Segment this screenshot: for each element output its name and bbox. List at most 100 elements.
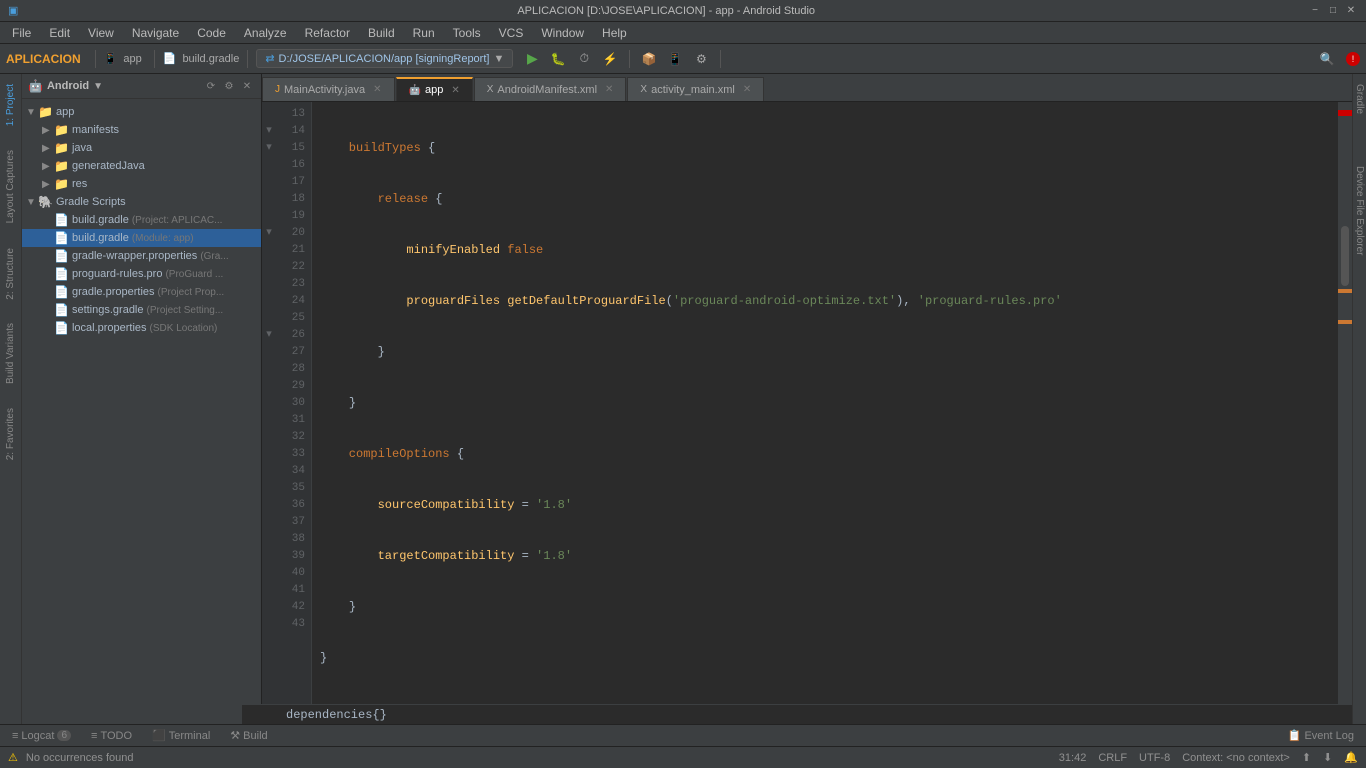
tab-activitymain[interactable]: X activity_main.xml ✕: [627, 77, 764, 101]
sidebar-settings-btn[interactable]: ⚙: [221, 78, 237, 94]
tree-item-local-properties[interactable]: 📄 local.properties (SDK Location): [22, 319, 261, 337]
menubar-item-analyze[interactable]: Analyze: [236, 24, 295, 42]
warning-icon: ⚠: [8, 751, 18, 764]
menubar-item-tools[interactable]: Tools: [445, 24, 489, 42]
tree-item-build-gradle-project[interactable]: 📄 build.gradle (Project: APLICAC...: [22, 211, 261, 229]
sidebar-hide-btn[interactable]: ✕: [239, 78, 255, 94]
toolbar-settings[interactable]: ⚙: [690, 48, 712, 70]
menubar-item-file[interactable]: File: [4, 24, 39, 42]
line-numbers: 13 14 15 16 17 18 19 20 21 22 23 24 25 2…: [276, 102, 312, 724]
vtab-project[interactable]: 1: Project: [2, 78, 19, 132]
toolbar-btn-debug[interactable]: 🐛: [547, 48, 569, 70]
toolbar-btn-profile[interactable]: ⏱: [573, 48, 595, 70]
tree-sublabel-settings: (Project Setting...: [147, 305, 224, 316]
tab-close-mainactivity[interactable]: ✕: [373, 84, 381, 95]
menubar-item-code[interactable]: Code: [189, 24, 234, 42]
fold-25[interactable]: ▾: [264, 327, 274, 344]
notifications-icon[interactable]: 🔔: [1344, 751, 1358, 764]
vtab-captures[interactable]: Layout Captures: [2, 144, 19, 229]
code-line-22: }: [320, 599, 1330, 616]
tab-close-app[interactable]: ✕: [451, 85, 459, 96]
folder-icon-generated: 📁: [54, 159, 69, 173]
tree-item-settings[interactable]: 📄 settings.gradle (Project Setting...: [22, 301, 261, 319]
tab-close-activitymain[interactable]: ✕: [743, 84, 751, 95]
bottom-tab-todo[interactable]: ≡ TODO: [85, 728, 138, 744]
tree-item-proguard[interactable]: 📄 proguard-rules.pro (ProGuard ...: [22, 265, 261, 283]
menubar-item-refactor[interactable]: Refactor: [297, 24, 358, 42]
menubar-item-run[interactable]: Run: [405, 24, 443, 42]
tree-item-generated[interactable]: ▶ 📁 generatedJava: [22, 157, 261, 175]
arrow-gradle-scripts: ▼: [26, 197, 36, 208]
tree-label-manifests: manifests: [72, 124, 119, 136]
tab-icon-app: 🤖: [409, 85, 421, 96]
sidebar-actions: ⟳ ⚙ ✕: [203, 78, 255, 94]
cursor-position[interactable]: 31:42: [1059, 751, 1087, 764]
bottom-tab-terminal[interactable]: ⬛ Terminal: [146, 727, 216, 744]
bottom-tab-logcat[interactable]: ≡ Logcat 6: [6, 728, 77, 744]
line-ending[interactable]: CRLF: [1098, 751, 1127, 764]
scrollbar-thumb[interactable]: [1341, 226, 1349, 286]
close-button[interactable]: ✕: [1344, 4, 1358, 18]
tab-androidmanifest[interactable]: X AndroidManifest.xml ✕: [474, 77, 627, 101]
terminal-icon: ⬛: [152, 729, 166, 742]
fold-19[interactable]: ▾: [264, 225, 274, 242]
tree-label-build-gradle-project: build.gradle: [72, 214, 129, 226]
toolbar-app-label[interactable]: app: [123, 53, 141, 65]
tree-item-gradle-scripts[interactable]: ▼ 🐘 Gradle Scripts: [22, 193, 261, 211]
code-editor[interactable]: ▾ ▾ ▾ ▾: [262, 102, 1352, 724]
vtab-build-variants[interactable]: Build Variants: [2, 317, 19, 390]
run-button[interactable]: ▶: [521, 48, 543, 70]
toolbar-sdk-mgr[interactable]: 📦: [638, 48, 660, 70]
menubar-item-help[interactable]: Help: [594, 24, 635, 42]
vtab-favorites[interactable]: 2: Favorites: [2, 402, 19, 466]
sidebar-dropdown-arrow[interactable]: ▼: [93, 81, 103, 92]
tree-item-build-gradle-module[interactable]: 📄 build.gradle (Module: app): [22, 229, 261, 247]
app-icon: ▣: [8, 4, 18, 17]
encoding[interactable]: UTF-8: [1139, 751, 1170, 764]
menubar-item-navigate[interactable]: Navigate: [124, 24, 187, 42]
logcat-icon: ≡: [12, 730, 18, 742]
local-props-icon: 📄: [54, 321, 69, 335]
vtab-gradle[interactable]: Gradle: [1352, 78, 1366, 120]
bottom-tab-build[interactable]: ⚒ Build: [224, 727, 273, 744]
minimize-button[interactable]: −: [1308, 4, 1322, 18]
fold-13[interactable]: ▾: [264, 123, 274, 140]
gradle-wrapper-icon: 📄: [54, 249, 69, 263]
tree-item-res[interactable]: ▶ 📁 res: [22, 175, 261, 193]
maximize-button[interactable]: □: [1326, 4, 1340, 18]
vtab-device-file-explorer[interactable]: Device File Explorer: [1352, 160, 1366, 261]
toolbar-search[interactable]: 🔍: [1316, 48, 1338, 70]
menubar-item-window[interactable]: Window: [533, 24, 592, 42]
vtab-structure[interactable]: 2: Structure: [2, 242, 19, 306]
tree-item-gradle-properties[interactable]: 📄 gradle.properties (Project Prop...: [22, 283, 261, 301]
menubar-item-edit[interactable]: Edit: [41, 24, 78, 42]
tree-item-manifests[interactable]: ▶ 📁 manifests: [22, 121, 261, 139]
git-fetch-icon[interactable]: ⬇: [1323, 751, 1332, 764]
tree-item-gradle-wrapper[interactable]: 📄 gradle-wrapper.properties (Gra...: [22, 247, 261, 265]
fold-gutter: ▾ ▾ ▾ ▾: [262, 102, 276, 724]
tree-item-java[interactable]: ▶ 📁 java: [22, 139, 261, 157]
tree-item-app[interactable]: ▼ 📁 app: [22, 103, 261, 121]
tree-label-build-gradle-module: build.gradle: [72, 232, 129, 244]
code-line-19: compileOptions {: [320, 446, 1330, 463]
tab-mainactivity[interactable]: J MainActivity.java ✕: [262, 77, 395, 101]
git-push-icon[interactable]: ⬆: [1302, 751, 1311, 764]
toolbar-avd-mgr[interactable]: 📱: [664, 48, 686, 70]
menubar-item-view[interactable]: View: [80, 24, 122, 42]
tree-sublabel-wrapper: (Gra...: [200, 251, 228, 262]
fold-14[interactable]: ▾: [264, 140, 274, 157]
arrow-app: ▼: [26, 107, 36, 118]
menubar-item-build[interactable]: Build: [360, 24, 403, 42]
menubar-item-vcs[interactable]: VCS: [491, 24, 532, 42]
toolbar-build-label[interactable]: build.gradle: [182, 53, 239, 65]
code-line-14: release {: [320, 191, 1330, 208]
sidebar-sync-btn[interactable]: ⟳: [203, 78, 219, 94]
run-config-dropdown[interactable]: ⇄ D:/JOSE/APLICACION/app [signingReport]…: [256, 49, 513, 68]
tab-close-manifest[interactable]: ✕: [605, 84, 613, 95]
code-content[interactable]: buildTypes { release { minifyEnabled fal…: [312, 102, 1338, 724]
bottom-tab-event-log[interactable]: 📋 Event Log: [1282, 727, 1360, 744]
toolbar-btn-reload[interactable]: ⚡: [599, 48, 621, 70]
error-indicator[interactable]: !: [1346, 52, 1360, 66]
tab-app[interactable]: 🤖 app ✕: [396, 77, 473, 101]
status-right: 31:42 CRLF UTF-8 Context: <no context> ⬆…: [1059, 751, 1358, 764]
